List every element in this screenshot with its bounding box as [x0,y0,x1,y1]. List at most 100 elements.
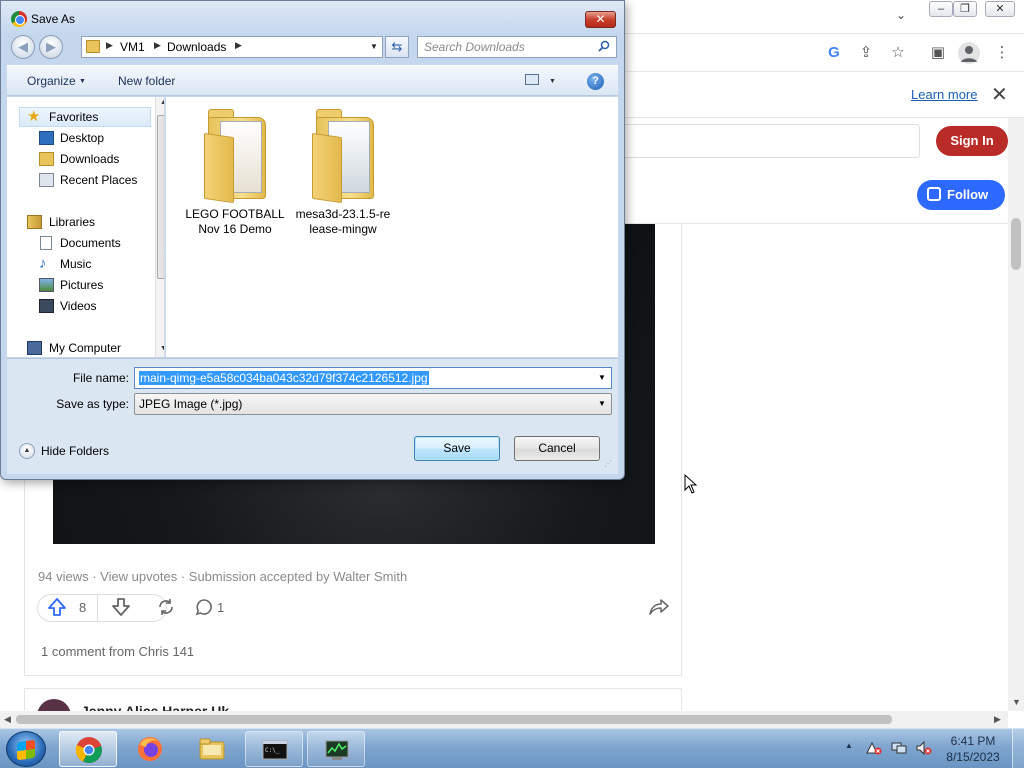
address-bar[interactable]: ▶ VM1 ▶ Downloads ▶ ▼ [81,36,383,58]
side-panel-icon[interactable]: ▣ [928,43,948,63]
show-hidden-icons-icon[interactable]: ▲ [845,741,853,750]
videos-icon [39,299,54,313]
new-folder-button[interactable]: New folder [118,74,175,88]
file-explorer-icon [199,738,225,760]
file-name-label: LEGO FOOTBALL Nov 16 Demo [180,207,290,237]
breadcrumb-downloads[interactable]: Downloads [167,40,226,54]
taskbar-firefox[interactable] [121,731,179,767]
nav-item-label: Favorites [49,110,99,124]
forward-button[interactable]: ▶ [39,35,63,59]
learn-more-link[interactable]: Learn more [911,87,977,102]
address-dropdown-icon[interactable]: ▼ [366,38,382,56]
share-icon[interactable]: ⇪ [856,43,876,63]
start-button[interactable] [6,731,46,767]
file-name-input[interactable]: main-qimg-e5a58c034ba043c32d79f374c21265… [134,367,612,389]
computer-icon [27,341,42,355]
follow-button[interactable]: Follow [917,180,1005,210]
horizontal-scrollbar[interactable]: ◀ ▶ [0,711,1008,728]
search-placeholder: Search Downloads [424,40,525,54]
taskbar-command-prompt[interactable]: C:\_ [245,731,303,767]
dialog-bottom-area: File name: main-qimg-e5a58c034ba043c32d7… [7,358,618,474]
cancel-button[interactable]: Cancel [514,436,600,461]
google-lens-icon[interactable]: G [824,43,844,63]
refresh-button[interactable]: ⇆ [385,36,409,58]
breadcrumb-arrow-icon[interactable]: ▶ [154,40,161,51]
view-options-caret-icon[interactable]: ▼ [549,78,556,85]
downvote-icon[interactable] [111,597,131,620]
scroll-up-arrow-icon[interactable]: ▲ [160,99,164,106]
folder-item[interactable]: mesa3d-23.1.5-re lease-mingw [288,105,398,236]
save-button[interactable]: Save [414,436,500,461]
browser-close-button[interactable]: ✕ [985,1,1015,17]
profile-avatar-icon[interactable] [958,42,980,64]
save-as-type-select[interactable]: JPEG Image (*.jpg) ▼ [134,393,612,415]
scroll-left-arrow-icon[interactable]: ◀ [4,714,11,725]
share-arrow-icon[interactable] [649,598,669,619]
search-icon[interactable] [598,40,610,52]
scroll-down-arrow-icon[interactable]: ▼ [160,345,164,352]
share-repost-icon[interactable] [157,598,175,619]
organize-button[interactable]: Organize [27,74,76,88]
taskbar: C:\_ ▲ 6:41 PM 8/15/2023 [0,728,1024,768]
tab-search-chevron-icon[interactable]: ⌄ [896,8,906,22]
back-button[interactable]: ◀ [11,35,35,59]
minimize-button[interactable]: – [929,1,953,17]
taskbar-file-explorer[interactable] [183,731,241,767]
taskbar-task-manager[interactable] [307,731,365,767]
breadcrumb-arrow-icon[interactable]: ▶ [235,40,242,51]
browser-menu-icon[interactable]: ⋮ [992,43,1012,63]
nav-pane-scrollbar[interactable]: ▲ ▼ [155,97,164,357]
resize-grip-icon[interactable]: ⋰ [604,459,616,471]
network-icon[interactable] [891,741,907,755]
sign-in-button[interactable]: Sign In [936,126,1008,156]
recent-places-icon [39,173,54,187]
clock-time[interactable]: 6:41 PM [940,734,1006,748]
nav-scroll-thumb[interactable] [157,115,164,279]
nav-item-label: Desktop [60,131,105,145]
organize-caret-icon[interactable]: ▼ [79,78,86,85]
breadcrumb-vm1[interactable]: VM1 [120,40,145,54]
dialog-titlebar[interactable]: Save As ✕ [1,1,624,33]
folder-item[interactable]: LEGO FOOTBALL Nov 16 Demo [180,105,290,237]
horizontal-scroll-thumb[interactable] [16,715,892,724]
folder-icon-front [204,132,234,204]
dialog-title: Save As [31,12,76,26]
comment-count: 1 [217,600,225,615]
vertical-scrollbar[interactable]: ▼ [1008,118,1024,711]
file-name-field-label: File name: [72,371,129,385]
task-manager-icon [325,740,349,760]
infobar-close-icon[interactable]: ✕ [991,82,1008,107]
nav-item-label: Documents [60,236,121,250]
comment-icon[interactable] [195,598,213,619]
bookmark-star-icon[interactable]: ☆ [888,43,908,63]
nav-item-label: Music [60,257,92,271]
site-search-input[interactable] [600,124,920,158]
dialog-close-button[interactable]: ✕ [585,11,616,28]
save-as-type-label: Save as type: [56,397,129,411]
file-list: LEGO FOOTBALL Nov 16 Demo mesa3d-23.1.5-… [166,97,618,357]
music-icon: ♪ [39,255,47,272]
taskbar-chrome[interactable] [59,731,117,767]
upvote-icon[interactable] [47,597,67,620]
help-icon[interactable]: ? [587,73,604,90]
search-input[interactable]: Search Downloads [417,36,617,58]
follow-icon [927,187,941,201]
breadcrumb-arrow-icon[interactable]: ▶ [106,40,113,51]
show-desktop-button[interactable] [1012,729,1024,768]
change-view-icon[interactable] [525,74,539,85]
chrome-icon [75,737,102,763]
file-name-dropdown-icon[interactable]: ▼ [595,370,609,386]
save-as-dialog: Save As ✕ ◀ ▶ ▶ VM1 ▶ Downloads ▶ ▼ ⇆ Se… [0,0,625,480]
vertical-scroll-thumb[interactable] [1011,218,1021,270]
action-center-icon[interactable] [866,741,882,755]
chevron-up-icon: ▲ [19,443,35,459]
volume-muted-icon[interactable] [916,741,932,755]
save-as-type-dropdown-icon[interactable]: ▼ [595,396,609,412]
upvote-count: 8 [79,600,87,615]
comment-summary[interactable]: 1 comment from Chris 141 [41,644,194,659]
scroll-down-arrow-icon[interactable]: ▼ [1012,697,1021,707]
scroll-right-arrow-icon[interactable]: ▶ [994,714,1001,725]
file-name-value[interactable]: main-qimg-e5a58c034ba043c32d79f374c21265… [139,371,429,385]
restore-button[interactable]: ❐ [953,1,977,17]
clock-date[interactable]: 8/15/2023 [940,750,1006,764]
